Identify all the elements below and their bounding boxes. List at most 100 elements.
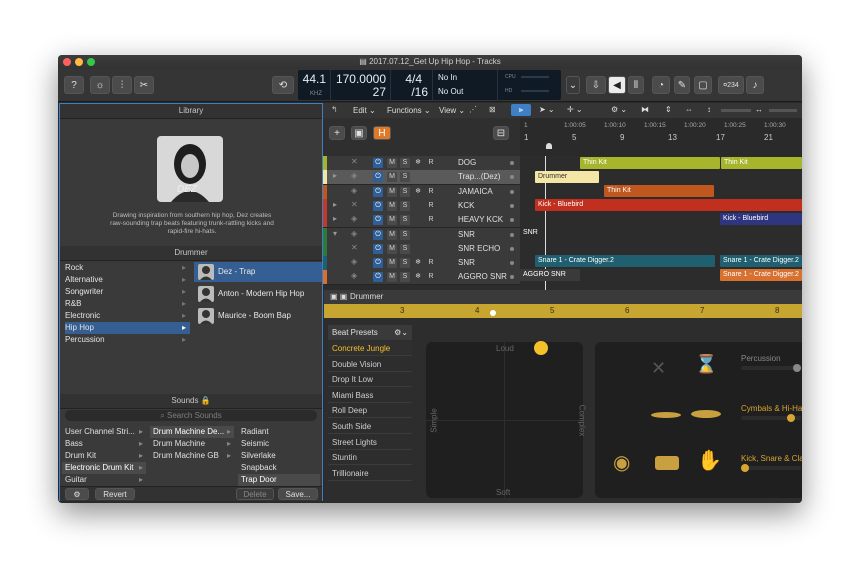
horizontal-zoom-slider[interactable] [769,109,797,112]
revert-button[interactable]: Revert [95,488,135,500]
power-icon[interactable]: ⏻ [373,258,383,269]
track-header[interactable]: ◈ ⏻ M S ❄ R JAMAICA [323,184,520,200]
region-thin-kit[interactable]: Thin Kit [604,185,714,197]
sound-item[interactable]: Drum Machine ▸ [150,438,234,450]
mute-button[interactable]: M [387,186,397,197]
delete-button[interactable]: Delete [236,488,274,500]
horizontal-slider-icon[interactable]: ↔ [755,105,763,114]
track-header[interactable]: ▸ ◈ ⏻ M S R HEAVY KCK [323,213,520,229]
vertical-slider-icon[interactable]: ↕ [707,105,711,114]
beat-preset-item[interactable]: Miami Bass [328,388,412,403]
sound-item[interactable]: Silverlake [238,450,320,462]
drummer-item[interactable]: Maurice - Boom Bap [194,306,322,326]
lcd-display[interactable]: 44.1 KHZ 170.0000 27 4/4 /16 No In No Ou… [298,70,561,100]
pointer-tool-icon[interactable]: ➤ ⌄ [539,105,555,114]
beat-preset-item[interactable]: Stuntin [328,450,412,466]
snap-icon[interactable]: ⫸ [511,104,531,116]
percussion-slider[interactable] [741,366,801,370]
mute-button[interactable]: M [387,272,397,283]
horizontal-zoom-icon[interactable]: ⇔ [685,105,693,114]
metronome-gauge-icon[interactable]: ◔ [652,76,670,94]
freeze-icon[interactable]: ❄ [413,158,423,168]
shaker-sticks-icon[interactable]: ✕ [651,358,666,379]
power-icon[interactable]: ⏻ [373,200,383,211]
crosshair-tool-icon[interactable]: ✛ ⌄ [567,105,583,114]
solo-button[interactable]: S [400,186,410,197]
mute-button[interactable]: M [387,215,397,226]
mute-button[interactable]: M [387,258,397,269]
vertical-zoom-slider[interactable] [721,109,751,112]
sound-item[interactable]: Radiant [238,426,320,438]
solo-button[interactable]: S [400,243,410,254]
save-button[interactable]: Save... [278,488,318,500]
solo-button[interactable]: S [400,258,410,269]
beat-preset-item[interactable]: Drop It Low [328,372,412,388]
solo-button[interactable]: S [400,215,410,226]
track-header[interactable]: ◈ ⏻ M S ❄ R AGGRO SNR [323,270,520,286]
sound-item[interactable]: Snapback [238,462,320,474]
mute-button[interactable]: M [387,200,397,211]
region-thin-kit[interactable]: Thin Kit [580,157,720,169]
waveform-zoom-icon[interactable]: ⧓ [641,105,649,114]
genre-item[interactable]: Electronic ▸ [65,310,190,322]
record-button[interactable]: R [426,272,436,282]
disclosure-triangle-icon[interactable]: ▸ [333,171,337,180]
power-icon[interactable]: ⏻ [373,272,383,283]
track-header[interactable]: ▸ ✕ ⏻ M S R KCK [323,198,520,214]
track-list-icon[interactable]: ▣ [351,126,367,140]
sound-item[interactable]: Seismic [238,438,320,450]
solo-button[interactable]: S [400,272,410,283]
power-icon[interactable]: ⏻ [373,229,383,240]
sound-item[interactable]: Drum Machine GB ▸ [150,450,234,462]
freeze-icon[interactable]: ❄ [413,258,423,268]
counter-badge[interactable]: ¤234 [718,76,744,94]
track-header[interactable]: ✕ ⏻ M S SNR ECHO [323,241,520,257]
sound-item[interactable]: Drum Kit ▸ [62,450,146,462]
complexity-loudness-pad[interactable]: Loud Soft Simple Complex [426,341,586,498]
sound-item[interactable]: Bass ▸ [62,438,146,450]
genre-item[interactable]: R&B ▸ [65,298,190,310]
region-thin-kit[interactable]: Thin Kit [721,157,802,169]
cycle-icon[interactable]: ⟲ [272,76,294,94]
power-icon[interactable]: ⏻ [373,243,383,254]
solo-button[interactable]: S [400,200,410,211]
view-menu[interactable]: View ⌄ [439,106,465,115]
solo-button[interactable]: S [400,158,410,168]
cymbal-icon[interactable] [691,410,721,418]
region-snr[interactable]: SNR [520,227,560,239]
sound-item[interactable]: Drum Machine De... ▸ [150,426,234,438]
kick-snare-slider[interactable] [741,466,801,470]
percussion-slider-knob[interactable] [793,364,801,372]
freeze-icon[interactable]: ❄ [413,187,423,197]
mute-button[interactable]: M [387,243,397,254]
cymbals-slider-knob[interactable] [787,414,795,422]
settings-icon[interactable]: ⚙ ⌄ [611,105,627,114]
gear-icon[interactable]: ⚙ [65,488,89,500]
count-in-icon[interactable]: ⫴ [628,76,644,94]
disclosure-triangle-icon[interactable]: ▸ [333,214,337,223]
notes-icon[interactable]: ▢ [694,76,712,94]
global-tracks-icon[interactable]: ⊟ [493,126,509,140]
sounds-search-input[interactable]: ⌕ Search Sounds [65,410,317,421]
record-button[interactable]: R [426,201,436,211]
ruler[interactable]: 1 5 9 13 17 21 1 1:00:05 1:00:10 1:00:15 1:00:20 1… [520,118,802,156]
region-aggro-snr[interactable]: AGGRO SNR [520,269,580,281]
kick-snare-slider-knob[interactable] [741,464,749,472]
track-header[interactable]: ✕ ⏻ M S ❄ R DOG [323,156,520,171]
sound-item[interactable]: Electronic Drum Kit ▸ [62,462,146,474]
genre-item[interactable]: Percussion ▸ [65,334,190,346]
editor-ruler[interactable]: 3 4 5 6 7 8 [324,304,802,318]
region-drummer[interactable]: Drummer [535,171,599,183]
beat-preset-item[interactable]: Trillionaire [328,466,412,481]
beat-preset-item[interactable]: South Side [328,419,412,434]
power-icon[interactable]: ⏻ [373,172,383,183]
editor-playhead-icon[interactable] [490,310,496,316]
djembe-icon[interactable]: ⌛ [695,354,717,375]
help-icon[interactable]: ? [64,76,84,94]
track-header[interactable]: ◈ ⏻ M S ❄ R SNR [323,256,520,272]
region-snare[interactable]: Snare 1 - Crate Digger.2 [535,255,715,267]
beat-preset-item[interactable]: Roll Deep [328,403,412,419]
record-button[interactable]: R [426,187,436,197]
mute-button[interactable]: M [387,229,397,240]
power-icon[interactable]: ⏻ [373,186,383,197]
